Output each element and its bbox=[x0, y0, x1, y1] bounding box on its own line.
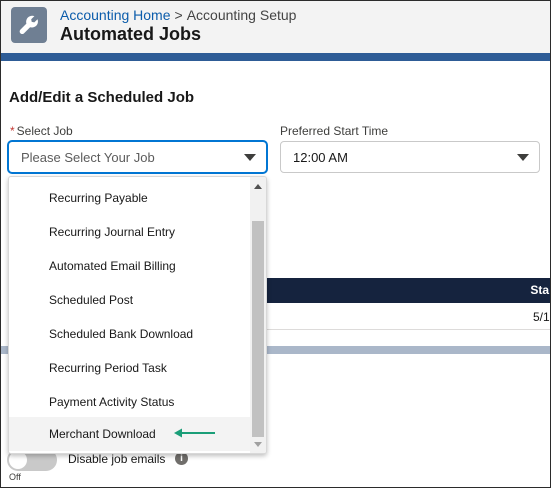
annotation-arrow-icon bbox=[174, 428, 215, 438]
jobs-table-header: Sta bbox=[261, 278, 550, 303]
required-marker: * bbox=[10, 124, 15, 138]
breadcrumb-current: Accounting Setup bbox=[186, 7, 297, 23]
start-time-combobox[interactable]: 12:00 AM bbox=[280, 141, 540, 173]
page-title: Automated Jobs bbox=[60, 24, 202, 44]
scrollbar-thumb[interactable] bbox=[252, 221, 264, 437]
select-job-label-text: Select Job bbox=[16, 124, 73, 138]
disable-emails-label: Disable job emails bbox=[68, 452, 166, 466]
wrench-icon bbox=[11, 7, 47, 43]
option-recurring-payable[interactable]: Recurring Payable bbox=[9, 181, 251, 215]
select-job-placeholder: Please Select Your Job bbox=[21, 149, 155, 165]
scroll-up-arrow-icon[interactable] bbox=[254, 184, 262, 189]
table-row-divider bbox=[261, 329, 550, 330]
option-payment-activity-status[interactable]: Payment Activity Status bbox=[9, 385, 251, 419]
breadcrumb-accounting-home-link[interactable]: Accounting Home bbox=[60, 7, 171, 23]
start-time-value: 12:00 AM bbox=[293, 149, 348, 165]
job-options-listbox: Recurring Payable Recurring Journal Entr… bbox=[8, 176, 267, 454]
option-scheduled-post[interactable]: Scheduled Post bbox=[9, 283, 251, 317]
option-scheduled-bank-download[interactable]: Scheduled Bank Download bbox=[9, 317, 251, 351]
breadcrumb: Accounting Home > Accounting Setup bbox=[60, 7, 296, 23]
chevron-down-icon bbox=[244, 154, 256, 161]
section-title: Add/Edit a Scheduled Job bbox=[9, 89, 195, 106]
chevron-down-icon bbox=[517, 154, 529, 161]
toggle-state-label: Off bbox=[9, 472, 21, 482]
start-time-label: Preferred Start Time bbox=[280, 124, 389, 138]
header-band bbox=[1, 53, 550, 61]
option-automated-email-billing[interactable]: Automated Email Billing bbox=[9, 249, 251, 283]
select-job-combobox[interactable]: Please Select Your Job bbox=[8, 141, 267, 173]
table-cell-date: 5/1 bbox=[533, 310, 550, 324]
option-recurring-journal-entry[interactable]: Recurring Journal Entry bbox=[9, 215, 251, 249]
page-header: Accounting Home > Accounting Setup Automat… bbox=[1, 1, 550, 53]
select-job-label: * Select Job bbox=[10, 124, 73, 138]
listbox-scrollbar[interactable] bbox=[250, 177, 266, 453]
table-header-status[interactable]: Sta bbox=[530, 283, 549, 297]
app-window: Accounting Home > Accounting Setup Automat… bbox=[0, 0, 551, 488]
breadcrumb-separator: > bbox=[174, 7, 183, 23]
scroll-down-arrow-icon[interactable] bbox=[254, 442, 262, 447]
option-recurring-period-task[interactable]: Recurring Period Task bbox=[9, 351, 251, 385]
